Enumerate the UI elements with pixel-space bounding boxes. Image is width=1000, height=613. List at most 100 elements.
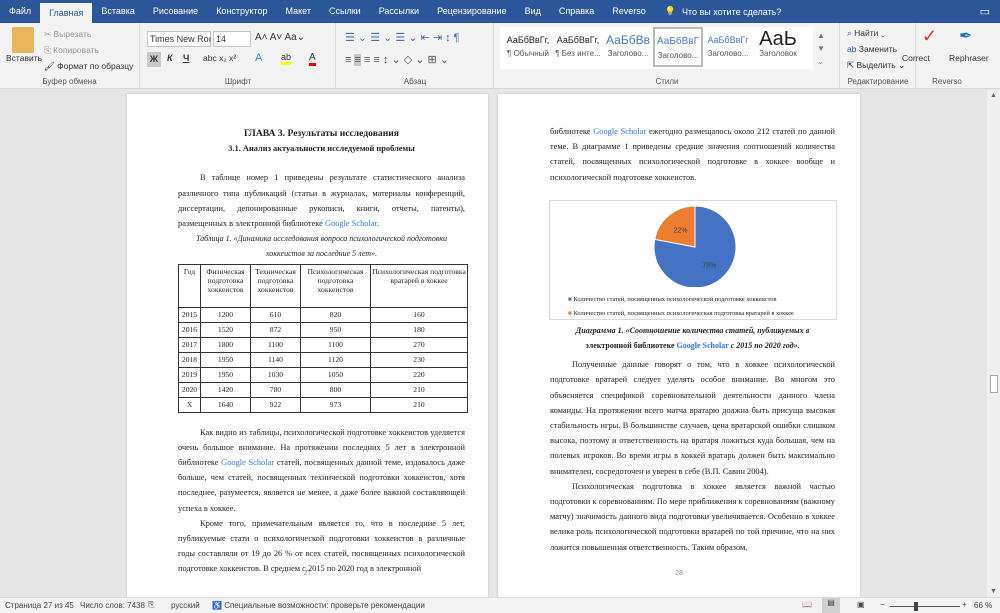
zoom-slider-thumb[interactable]	[913, 602, 918, 611]
ribbon: Вставить ✂ Вырезать ⎘ Копировать 🖌 Форма…	[0, 23, 1000, 89]
vertical-scrollbar[interactable]: ▲ ▼	[987, 90, 1000, 597]
tab-home[interactable]: Главная	[40, 3, 93, 23]
reverso-label: Reverso	[932, 77, 962, 86]
paragraph: Полученные данные говорят о том, что в х…	[550, 360, 835, 476]
word-count[interactable]: Число слов: 7438	[80, 601, 145, 610]
paste-button[interactable]: Вставить	[6, 53, 42, 63]
pie-chart[interactable]: 78% 22% ■ Количество статей, посвященных …	[549, 199, 837, 320]
grow-font-button[interactable]: A˄ A˅ Aa⌄	[255, 32, 305, 43]
pie-data-label: 78%	[702, 262, 716, 269]
format-painter-button[interactable]: 🖌 Формат по образцу	[44, 61, 133, 72]
paragraph: Как видно из таблицы, психологической по…	[178, 427, 465, 513]
table-row: X 1640 922 973 210	[178, 396, 468, 413]
table-row: 2015 1200 610 820 160	[178, 306, 468, 323]
paste-icon	[12, 27, 34, 53]
google-scholar-link[interactable]: Google Scholar	[677, 341, 729, 350]
highlight-icon[interactable]: ab	[281, 52, 292, 65]
page-27-content[interactable]: ГЛАВА 3. Результаты исследования 3.1. Ан…	[178, 126, 468, 577]
pie-slice[interactable]	[654, 205, 696, 248]
reverso-group: ✓ Correct ✒ Rephraser Reverso	[902, 23, 997, 89]
table-cell: 820	[300, 306, 371, 323]
zoom-slider[interactable]	[890, 606, 960, 607]
tell-me-box[interactable]: 💡 Что вы хотите сделать?	[665, 6, 782, 17]
language[interactable]: русский	[171, 601, 200, 610]
legend-marker-icon: ■	[568, 309, 572, 317]
proofing-icon[interactable]: ⎘	[148, 600, 154, 610]
table-row: 2016 1520 872 950 180	[178, 321, 468, 338]
strikethrough-sub-superscript-buttons[interactable]: abc x₂ x²	[203, 53, 236, 63]
text-effects-icon[interactable]: A	[255, 52, 262, 64]
scroll-down-icon[interactable]: ▼	[990, 588, 997, 595]
font-group: Times New Roı 14 A˄ A˅ Aa⌄ Ж К Ч abc x₂ …	[141, 23, 336, 89]
google-scholar-link[interactable]: Google Scholar	[593, 127, 646, 136]
zoom-out-button[interactable]: −	[880, 600, 885, 609]
table-cell: 973	[300, 396, 371, 413]
tab-layout[interactable]: Макет	[277, 0, 320, 23]
table-cell: 160	[370, 306, 468, 323]
tab-review[interactable]: Рецензирование	[428, 0, 516, 23]
alignment-buttons[interactable]: ≡ ≡ ≡ ≡ ↕ ⌄ ◇ ⌄ ⊞ ⌄	[345, 53, 449, 66]
table-cell: 1420	[200, 381, 251, 398]
tab-insert[interactable]: Вставка	[92, 0, 143, 23]
list-buttons[interactable]: ☰ ⌄ ☰ ⌄ ☰ ⌄ ⇤ ⇥ ↕ ¶	[345, 31, 460, 44]
table-cell: 230	[370, 351, 468, 368]
bold-button[interactable]: Ж	[147, 52, 161, 67]
style-title[interactable]: АаЬ Заголовок	[753, 27, 803, 67]
font-size-select[interactable]: 14	[213, 31, 251, 47]
tab-file[interactable]: Файл	[0, 0, 40, 23]
font-color-icon[interactable]: A	[309, 52, 316, 66]
google-scholar-link[interactable]: Google Scholar	[221, 458, 274, 467]
table-cell: 1200	[200, 306, 251, 323]
font-name-select[interactable]: Times New Roı	[147, 31, 211, 47]
style-heading-3[interactable]: АаБбВвГг Заголово...	[703, 27, 753, 67]
style-heading-1[interactable]: АаБбВв Заголово...	[603, 27, 653, 67]
correct-icon[interactable]: ✓	[922, 26, 937, 47]
scroll-up-icon[interactable]: ▲	[990, 92, 997, 99]
comments-icon[interactable]: ▭	[980, 5, 990, 18]
print-layout-icon[interactable]: ▤	[822, 598, 840, 613]
correct-button[interactable]: Correct	[902, 53, 930, 63]
read-mode-icon[interactable]: 📖	[802, 600, 812, 609]
table-cell: 780	[250, 381, 301, 398]
tell-me-text: Что вы хотите сделать?	[681, 6, 782, 17]
tab-mailings[interactable]: Рассылки	[370, 0, 428, 23]
table-cell: 2015	[178, 306, 201, 323]
page-28-content[interactable]: библиотеке Google Scholar ежегодно разме…	[549, 124, 837, 555]
scrollbar-thumb[interactable]	[990, 375, 998, 393]
styles-scroll[interactable]: ▲ ▼ ⌄	[817, 29, 825, 68]
select-button[interactable]: ⇱ Выделить ⌄	[847, 60, 905, 71]
underline-button[interactable]: Ч	[183, 53, 189, 63]
copy-button[interactable]: ⎘ Копировать	[44, 45, 99, 56]
rephraser-button[interactable]: Rephraser	[949, 53, 989, 63]
tab-references[interactable]: Ссылки	[320, 0, 370, 23]
page-count[interactable]: Страница 27 из 45	[5, 601, 74, 610]
replace-button[interactable]: ab Заменить	[847, 44, 897, 54]
style-heading-2[interactable]: АаБбВвГ Заголово...	[653, 27, 703, 67]
italic-button[interactable]: К	[167, 53, 173, 63]
table-cell: 270	[370, 336, 468, 353]
web-layout-icon[interactable]: ▣	[857, 600, 865, 609]
cut-button[interactable]: ✂ Вырезать	[44, 29, 91, 40]
find-button[interactable]: ⌕ Найти ⌄	[847, 28, 885, 39]
google-scholar-link[interactable]: Google Scholar	[325, 219, 377, 228]
rephraser-icon[interactable]: ✒	[959, 26, 972, 46]
paragraph-group: ☰ ⌄ ☰ ⌄ ☰ ⌄ ⇤ ⇥ ↕ ¶ ≡ ≡ ≡ ≡ ↕ ⌄ ◇ ⌄ ⊞ ⌄ …	[337, 23, 494, 89]
tab-help[interactable]: Справка	[550, 0, 603, 23]
tab-design[interactable]: Конструктор	[207, 0, 276, 23]
accessibility-status[interactable]: ♿ Специальные возможности: проверьте рек…	[212, 601, 425, 610]
table-row: 2020 1420 780 800 210	[178, 381, 468, 398]
data-table: Год Физическая подготовка хоккеистов Тех…	[178, 263, 468, 413]
clipboard-group: Вставить ✂ Вырезать ⎘ Копировать 🖌 Форма…	[0, 23, 140, 89]
header-cell: Техническая подготовка хоккеистов	[250, 263, 301, 308]
styles-label: Стили	[655, 77, 679, 86]
header-cell: Психологическая подготовка вратарей в хо…	[370, 263, 468, 308]
style-normal[interactable]: АаБбВвГг, ¶ Обычный	[503, 27, 553, 67]
style-no-spacing[interactable]: АаБбВвГг, ¶ Без инте...	[553, 27, 603, 67]
tab-draw[interactable]: Рисование	[144, 0, 207, 23]
lightbulb-icon: 💡	[664, 6, 676, 16]
tab-view[interactable]: Вид	[516, 0, 550, 23]
zoom-in-button[interactable]: +	[962, 600, 967, 609]
table-cell: 1800	[200, 336, 251, 353]
tab-reverso[interactable]: Reverso	[603, 0, 655, 23]
zoom-level[interactable]: 66 %	[974, 601, 992, 610]
